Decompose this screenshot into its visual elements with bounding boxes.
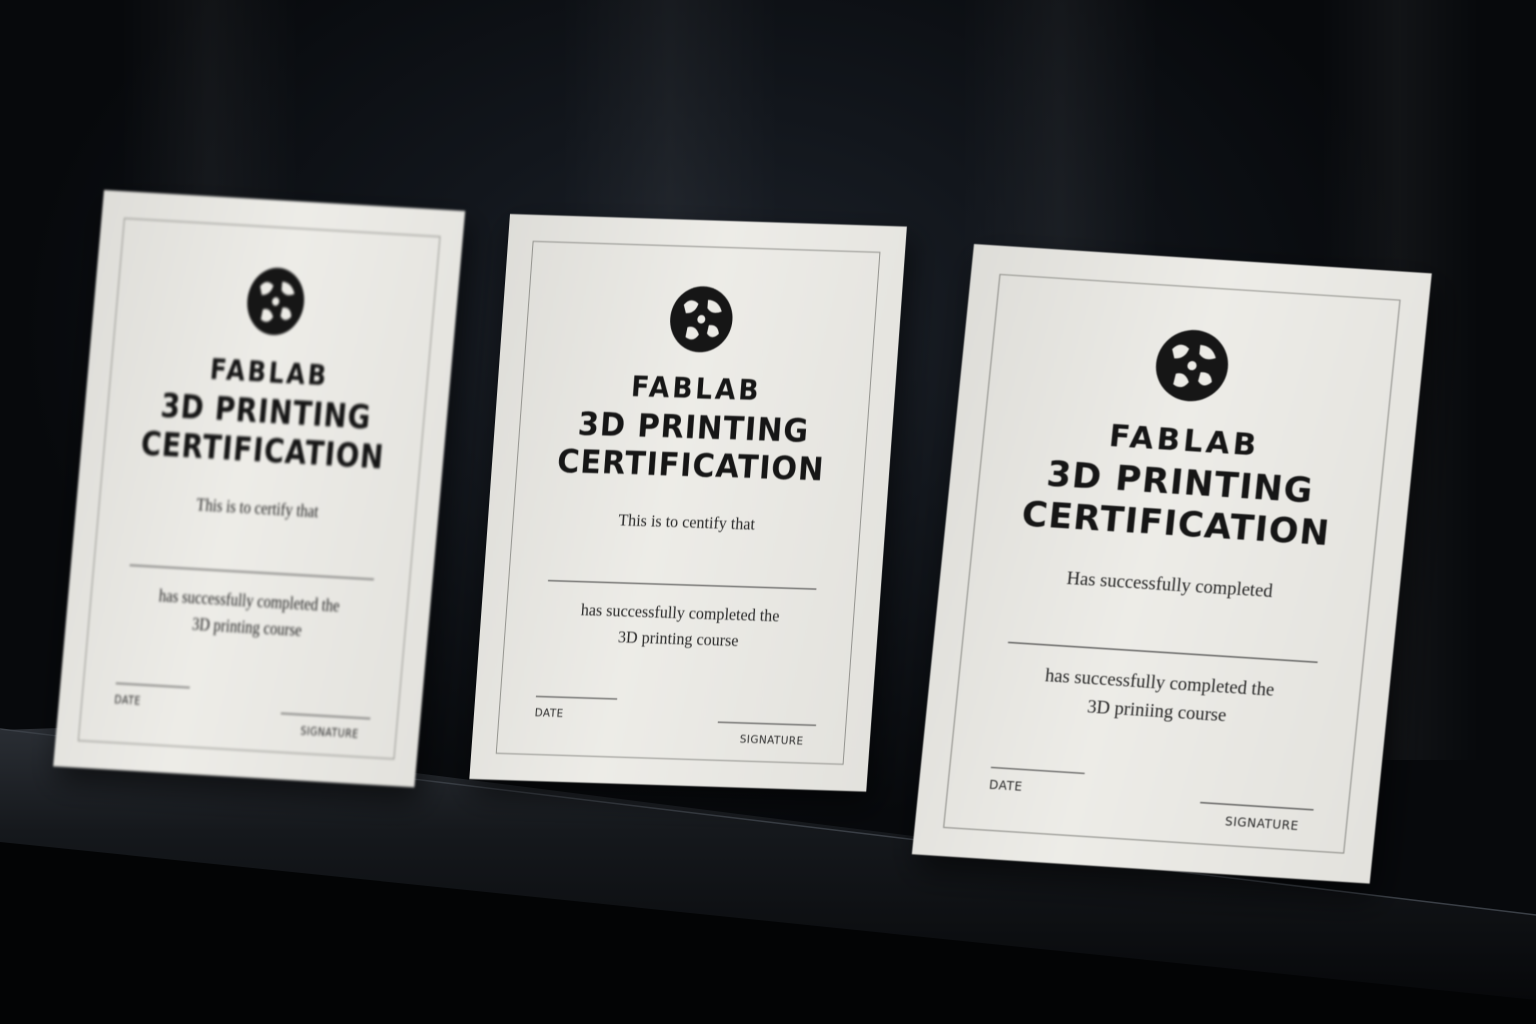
fablab-logo-icon — [1155, 330, 1229, 402]
fablab-logo-icon — [670, 286, 733, 353]
certificate-card-1: FABLAB 3D PRINTING CERTIFICATION This is… — [53, 190, 466, 788]
certificate-title: FABLAB 3D PRINTING CERTIFICATION — [491, 364, 896, 491]
scene: FABLAB 3D PRINTING CERTIFICATION This is… — [0, 0, 1536, 1024]
certificate-title: FABLAB 3D PRINTING CERTIFICATION — [80, 343, 451, 480]
certificate-card-3: FABLAB 3D PRINTING CERTIFICATION Has suc… — [911, 244, 1432, 884]
certificate-card-2: FABLAB 3D PRINTING CERTIFICATION This is… — [469, 214, 907, 792]
fablab-logo-icon — [247, 267, 305, 336]
date-label: DATE — [534, 705, 565, 720]
date-label: DATE — [113, 693, 142, 708]
date-label: DATE — [988, 777, 1024, 794]
signature-label: SIGNATURE — [739, 732, 805, 748]
